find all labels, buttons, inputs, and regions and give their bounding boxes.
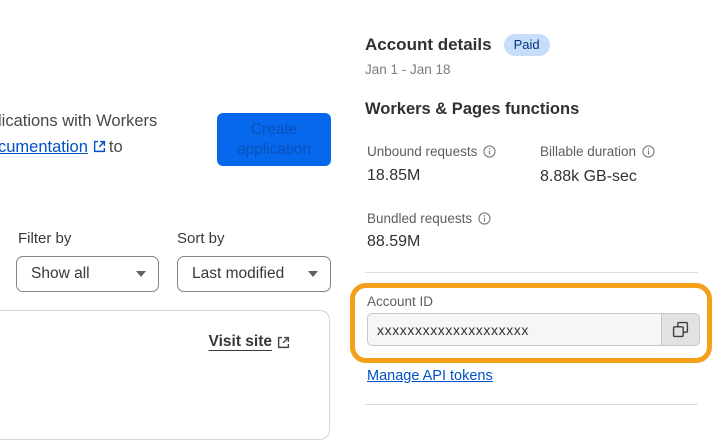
sort-dropdown[interactable]: Last modified bbox=[177, 256, 331, 292]
filter-by-label: Filter by bbox=[18, 230, 72, 247]
info-icon[interactable] bbox=[642, 145, 655, 158]
divider bbox=[365, 404, 698, 405]
info-icon[interactable] bbox=[478, 212, 491, 225]
stat-unbound-requests-value: 18.85M bbox=[367, 167, 421, 184]
manage-api-tokens-link[interactable]: Manage API tokens bbox=[367, 368, 493, 384]
account-id-input[interactable] bbox=[367, 313, 661, 346]
stat-billable-duration-value: 8.88k GB-sec bbox=[540, 168, 637, 185]
account-id-field-group bbox=[367, 313, 700, 346]
documentation-link[interactable]: cumentation bbox=[0, 138, 88, 156]
sort-by-label: Sort by bbox=[177, 230, 225, 247]
project-card: Visit site bbox=[0, 310, 330, 440]
stat-billable-duration-label: Billable duration bbox=[540, 144, 655, 159]
filter-dropdown-value: Show all bbox=[31, 265, 90, 282]
copy-account-id-button[interactable] bbox=[661, 313, 700, 346]
chevron-down-icon bbox=[308, 271, 318, 277]
intro-text: lications with Workers cumentation to bbox=[0, 108, 157, 160]
external-link-icon bbox=[277, 336, 290, 349]
paid-plan-badge: Paid bbox=[503, 34, 550, 56]
copy-icon bbox=[672, 321, 689, 338]
divider bbox=[365, 272, 698, 273]
intro-line1: lications with Workers bbox=[0, 112, 158, 130]
account-id-label: Account ID bbox=[367, 294, 434, 309]
stat-bundled-requests-value: 88.59M bbox=[367, 233, 421, 250]
stat-unbound-requests-label: Unbound requests bbox=[367, 144, 496, 159]
chevron-down-icon bbox=[136, 271, 146, 277]
visit-site-link[interactable]: Visit site bbox=[209, 333, 293, 351]
create-application-button[interactable]: Create application bbox=[217, 113, 331, 166]
visit-site-label: Visit site bbox=[208, 333, 272, 350]
sort-dropdown-value: Last modified bbox=[192, 265, 285, 282]
account-details-title: Account details bbox=[365, 35, 492, 54]
external-link-icon bbox=[93, 135, 106, 153]
functions-section-title: Workers & Pages functions bbox=[365, 100, 580, 118]
intro-after-link: to bbox=[108, 138, 123, 156]
info-icon[interactable] bbox=[483, 145, 496, 158]
stat-bundled-requests-label: Bundled requests bbox=[367, 211, 491, 226]
date-range: Jan 1 - Jan 18 bbox=[365, 62, 451, 77]
filter-dropdown[interactable]: Show all bbox=[16, 256, 159, 292]
